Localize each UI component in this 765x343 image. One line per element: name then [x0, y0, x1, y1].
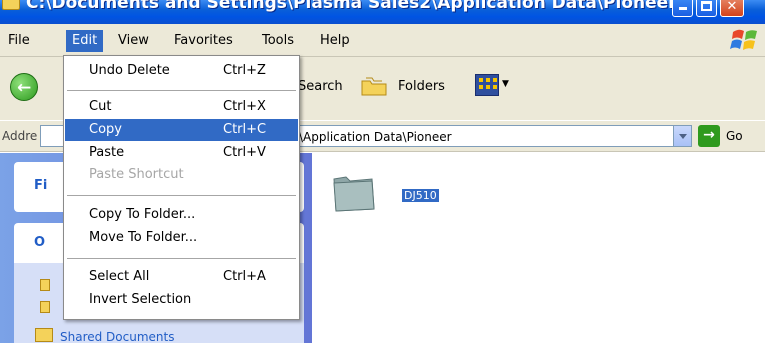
menu-item-copy[interactable]: Copy Ctrl+C	[65, 119, 298, 141]
address-label: Addre	[2, 129, 38, 143]
windows-logo-icon	[730, 29, 757, 50]
views-button[interactable]: ▼	[475, 73, 513, 99]
menu-item-label: Paste	[89, 145, 125, 160]
menu-view[interactable]: View	[112, 30, 155, 52]
menu-item-move-to-folder[interactable]: Move To Folder...	[65, 227, 298, 249]
menu-item-undo-delete[interactable]: Undo Delete Ctrl+Z	[65, 60, 298, 82]
back-arrow-icon: ←	[17, 78, 32, 98]
menu-item-label: Copy To Folder...	[89, 207, 196, 222]
menu-item-label: Cut	[89, 99, 112, 114]
folder-icon	[35, 328, 53, 342]
menu-item-label: Copy	[89, 122, 122, 137]
menu-help[interactable]: Help	[314, 30, 356, 52]
menu-bar: File Edit View Favorites Tools Help	[0, 24, 765, 57]
folders-label: Folders	[398, 79, 445, 94]
task-section-label: Fi	[34, 178, 48, 193]
back-button[interactable]: ←	[10, 73, 38, 101]
folder-item[interactable]: DJ510	[328, 165, 458, 221]
folder-icon	[2, 0, 20, 10]
shared-documents-link[interactable]: Shared Documents	[60, 330, 174, 343]
menu-item-label: Invert Selection	[89, 292, 192, 307]
menu-file[interactable]: File	[2, 30, 36, 52]
menu-separator	[67, 90, 296, 91]
menu-separator	[67, 258, 296, 259]
maximize-icon	[701, 1, 712, 11]
menu-item-label: Paste Shortcut	[89, 167, 184, 182]
edit-menu: Undo Delete Ctrl+Z Cut Ctrl+X Copy Ctrl+…	[63, 55, 300, 320]
close-button[interactable]: ✕	[720, 0, 744, 17]
folder-icon	[333, 176, 375, 212]
menu-item-shortcut: Ctrl+Z	[223, 63, 266, 78]
go-arrow-icon[interactable]: →	[698, 125, 720, 147]
menu-edit[interactable]: Edit	[66, 30, 104, 52]
menu-item-label: Move To Folder...	[89, 230, 198, 245]
menu-item-shortcut: Ctrl+C	[223, 122, 267, 137]
menu-item-paste-shortcut[interactable]: Paste Shortcut	[65, 164, 298, 186]
folder-name: DJ510	[402, 189, 439, 202]
views-icon	[475, 74, 499, 96]
file-list: DJ510	[312, 153, 765, 343]
minimize-icon	[678, 7, 687, 10]
menu-item-cut[interactable]: Cut Ctrl+X	[65, 96, 298, 118]
folders-icon	[361, 77, 387, 96]
menu-tools[interactable]: Tools	[256, 30, 300, 52]
task-section-label: O	[34, 235, 46, 250]
menu-item-invert-selection[interactable]: Invert Selection	[65, 289, 298, 311]
menu-item-shortcut: Ctrl+V	[223, 145, 266, 160]
address-value: \Application Data\Pioneer	[299, 130, 452, 144]
menu-item-label: Undo Delete	[89, 63, 170, 78]
menu-item-label: Select All	[89, 269, 150, 284]
menu-item-shortcut: Ctrl+X	[223, 99, 266, 114]
folder-icon	[40, 279, 50, 291]
close-icon: ✕	[726, 0, 738, 14]
minimize-button[interactable]	[672, 0, 693, 17]
menu-favorites[interactable]: Favorites	[168, 30, 239, 52]
window-title: C:\Documents and Settings\Plasma Sales2\…	[26, 0, 677, 13]
title-bar: C:\Documents and Settings\Plasma Sales2\…	[0, 0, 765, 24]
address-dropdown-button[interactable]	[673, 126, 691, 146]
menu-item-copy-to-folder[interactable]: Copy To Folder...	[65, 204, 298, 226]
maximize-button[interactable]	[696, 0, 717, 17]
menu-item-select-all[interactable]: Select All Ctrl+A	[65, 266, 298, 288]
menu-item-paste[interactable]: Paste Ctrl+V	[65, 142, 298, 164]
chevron-down-icon: ▼	[502, 79, 509, 89]
document-icon	[40, 301, 50, 313]
go-button[interactable]: Go	[726, 129, 743, 143]
search-button[interactable]: Search	[298, 79, 343, 94]
menu-separator	[67, 195, 296, 196]
menu-item-shortcut: Ctrl+A	[223, 269, 266, 284]
